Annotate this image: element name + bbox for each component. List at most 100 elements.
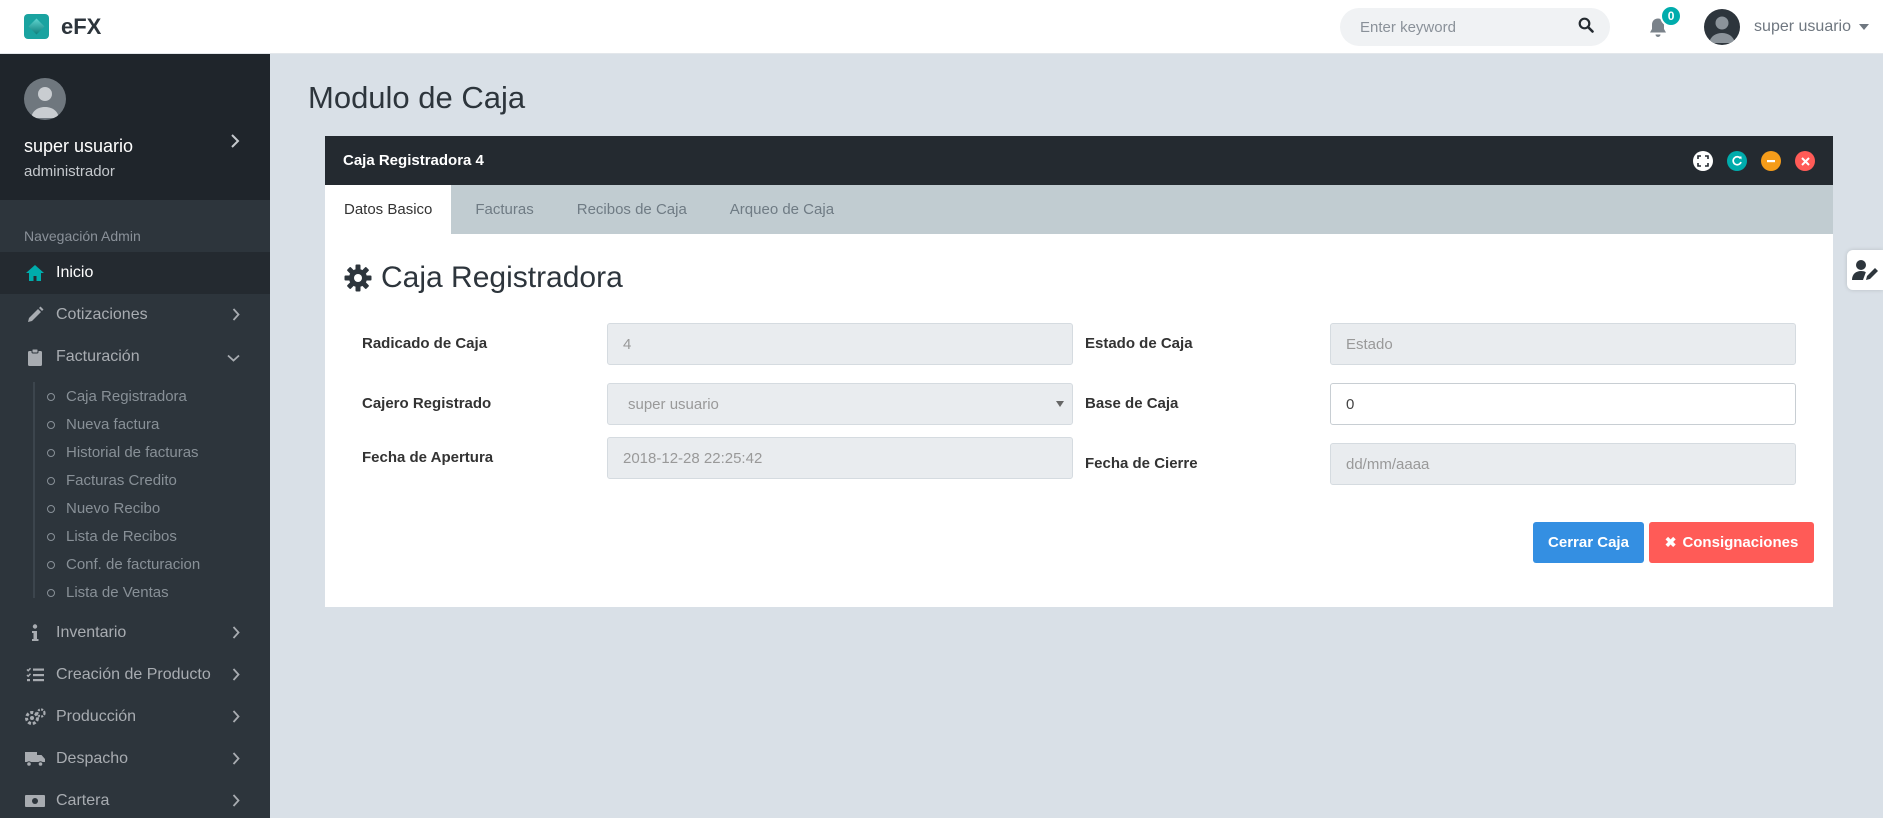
submenu-item-lista-ventas[interactable]: Lista de Ventas — [0, 578, 270, 606]
chevron-right-icon — [232, 710, 240, 728]
user-edit-icon — [1852, 260, 1878, 280]
panel-header: Caja Registradora 4 — [325, 136, 1833, 185]
sidebar-item-label: Cotizaciones — [56, 306, 148, 323]
submenu-item-facturas-credito[interactable]: Facturas Credito — [0, 466, 270, 494]
sidebar-item-facturacion[interactable]: Facturación — [0, 336, 270, 378]
chevron-down-icon — [227, 350, 240, 368]
submenu-item-nuevo-recibo[interactable]: Nuevo Recibo — [0, 494, 270, 522]
radicado-field[interactable]: 4 — [607, 323, 1073, 365]
sidebar-item-label: Despacho — [56, 750, 129, 767]
tab-facturas[interactable]: Facturas — [456, 185, 552, 234]
cajero-select[interactable]: super usuario — [607, 383, 1073, 425]
nav-header: Navegación Admin — [24, 228, 141, 244]
sidebar-item-despacho[interactable]: Despacho — [0, 738, 270, 780]
chevron-right-icon — [232, 626, 240, 644]
form-row-1: Radicado de Caja 4 Estado de Caja Estado — [325, 323, 1833, 367]
sidebar-item-label: Facturación — [56, 348, 140, 365]
cerrar-caja-button[interactable]: Cerrar Caja — [1533, 522, 1644, 563]
sidebar-item-label: Inicio — [56, 264, 94, 281]
submenu-item-caja-registradora[interactable]: Caja Registradora — [0, 382, 270, 410]
sidebar: super usuario administrador Navegación A… — [0, 54, 270, 818]
money-icon — [24, 790, 46, 812]
brand-name: eFX — [61, 13, 102, 39]
info-icon — [24, 622, 46, 644]
truck-icon — [24, 748, 46, 770]
sidebar-item-inicio[interactable]: Inicio — [0, 252, 270, 294]
chevron-right-icon — [232, 752, 240, 770]
search-input[interactable] — [1360, 18, 1579, 36]
sidebar-item-label: Creación de Producto — [56, 666, 211, 683]
pencil-icon — [24, 304, 46, 326]
profile-role: administrador — [24, 163, 115, 180]
expand-button[interactable] — [1693, 151, 1713, 171]
expand-icon — [1697, 155, 1709, 167]
consignaciones-button[interactable]: ✖ Consignaciones — [1649, 522, 1814, 563]
cierre-label: Fecha de Cierre — [1085, 455, 1198, 472]
sidebar-item-cotizaciones[interactable]: Cotizaciones — [0, 294, 270, 336]
submenu-item-conf-facturacion[interactable]: Conf. de facturacion — [0, 550, 270, 578]
sidebar-item-inventario[interactable]: Inventario — [0, 612, 270, 654]
reload-button[interactable] — [1727, 151, 1747, 171]
apertura-field[interactable]: 2018-12-28 22:25:42 — [607, 437, 1073, 479]
facturacion-submenu: Caja Registradora Nueva factura Historia… — [0, 378, 270, 612]
cierre-field[interactable]: dd/mm/aaaa — [1330, 443, 1796, 485]
form-row-3: Fecha de Apertura 2018-12-28 22:25:42 Fe… — [325, 437, 1833, 485]
chevron-right-icon — [232, 794, 240, 812]
radicado-label: Radicado de Caja — [362, 335, 488, 352]
user-name: super usuario — [1754, 18, 1851, 35]
chevron-right-icon — [232, 668, 240, 686]
search-icon[interactable] — [1578, 17, 1594, 38]
submenu-item-lista-recibos[interactable]: Lista de Recibos — [0, 522, 270, 550]
cogs-icon — [24, 706, 46, 728]
chevron-right-icon — [230, 134, 240, 153]
avatar — [1704, 9, 1741, 45]
tab-recibos-de-caja[interactable]: Recibos de Caja — [558, 185, 706, 234]
brand[interactable]: eFX — [0, 0, 270, 54]
page-title: Modulo de Caja — [308, 80, 526, 115]
remove-button[interactable] — [1795, 151, 1815, 171]
chevron-right-icon — [232, 308, 240, 326]
tab-arqueo-de-caja[interactable]: Arqueo de Caja — [711, 185, 853, 234]
apertura-label: Fecha de Apertura — [362, 449, 494, 466]
profile-name: super usuario — [24, 136, 134, 156]
sidebar-item-creacion-producto[interactable]: Creación de Producto — [0, 654, 270, 696]
section-title: Caja Registradora — [343, 256, 1815, 300]
close-icon — [1800, 156, 1810, 166]
clipboard-icon — [24, 346, 46, 368]
notification-badge: 0 — [1660, 5, 1683, 27]
search-box — [1340, 8, 1611, 46]
reload-icon — [1732, 155, 1742, 166]
profile-avatar — [24, 78, 66, 120]
estado-field[interactable]: Estado — [1330, 323, 1796, 365]
sidebar-item-cartera[interactable]: Cartera — [0, 780, 270, 818]
consignaciones-label: Consignaciones — [1682, 534, 1799, 551]
caja-panel: Caja Registradora 4 Datos Basico Factura… — [325, 136, 1833, 607]
notifications-button[interactable]: 0 — [1646, 5, 1683, 39]
select-arrow-icon — [1056, 401, 1064, 407]
cajero-label: Cajero Registrado — [362, 395, 492, 412]
panel-body: Caja Registradora — [325, 234, 1833, 300]
sidebar-item-produccion[interactable]: Producción — [0, 696, 270, 738]
user-edit-side-button[interactable] — [1847, 250, 1883, 290]
estado-label: Estado de Caja — [1085, 335, 1193, 352]
submenu-item-historial-facturas[interactable]: Historial de facturas — [0, 438, 270, 466]
form-row-2: Cajero Registrado super usuario Base de … — [325, 383, 1833, 427]
collapse-button[interactable] — [1761, 151, 1781, 171]
base-field[interactable]: 0 — [1330, 383, 1796, 425]
times-icon: ✖ — [1664, 534, 1677, 550]
user-menu[interactable]: super usuario — [1704, 9, 1883, 45]
submenu-item-nueva-factura[interactable]: Nueva factura — [0, 410, 270, 438]
top-header: eFX 0 super usuario — [0, 0, 1883, 54]
tab-datos-basico[interactable]: Datos Basico — [325, 185, 452, 234]
panel-title: Caja Registradora 4 — [343, 152, 484, 169]
list-icon — [24, 664, 46, 686]
gear-icon — [343, 263, 373, 293]
panel-tabs: Datos Basico Facturas Recibos de Caja Ar… — [325, 185, 1833, 234]
home-icon — [24, 262, 46, 284]
cajero-value: super usuario — [628, 395, 719, 413]
sidebar-profile[interactable]: super usuario administrador — [0, 54, 270, 200]
minus-icon — [1767, 160, 1775, 163]
sidebar-item-label: Producción — [56, 708, 137, 725]
sidebar-item-label: Inventario — [56, 624, 127, 641]
caret-down-icon — [1859, 24, 1869, 30]
